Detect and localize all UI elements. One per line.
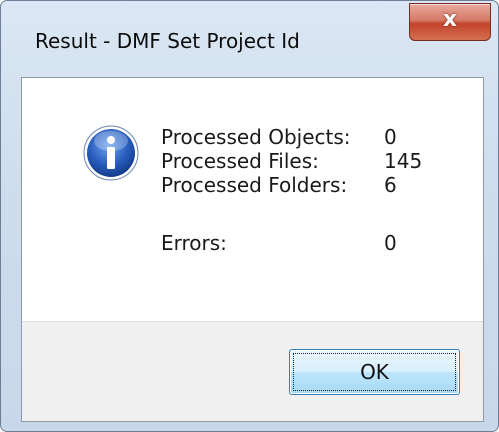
title-bar[interactable]: Result - DMF Set Project Id x [1,1,498,77]
close-button[interactable]: x [409,3,491,41]
info-icon [83,125,139,181]
processed-folders-value: 6 [384,173,397,197]
processed-objects-label: Processed Objects: [161,125,351,149]
processed-files-value: 145 [384,149,423,173]
button-bar: OK [22,321,483,421]
close-icon: x [442,7,458,32]
errors-label: Errors: [161,231,227,255]
window-title: Result - DMF Set Project Id [35,29,300,53]
processed-folders-label: Processed Folders: [161,173,348,197]
ok-button[interactable]: OK [289,349,460,395]
message-area: Processed Objects: 0 Processed Files: 14… [22,78,483,321]
processed-objects-value: 0 [384,125,397,149]
dialog-client-area: Processed Objects: 0 Processed Files: 14… [21,77,484,422]
dialog-window: Result - DMF Set Project Id x Processed … [0,0,499,432]
processed-files-label: Processed Files: [161,149,319,173]
errors-value: 0 [384,231,397,255]
